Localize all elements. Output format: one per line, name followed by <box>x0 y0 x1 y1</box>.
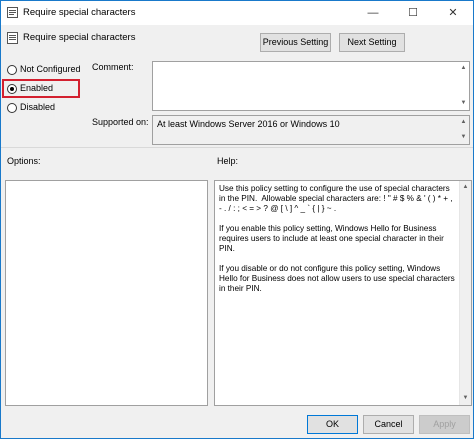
supported-value: At least Windows Server 2016 or Windows … <box>157 119 340 129</box>
help-scrollbar[interactable]: ▲ ▼ <box>459 181 471 405</box>
disabled-label[interactable]: Disabled <box>20 102 55 112</box>
policy-icon <box>7 7 18 18</box>
supported-label: Supported on: <box>92 117 149 127</box>
setting-title: Require special characters <box>23 32 136 43</box>
policy-dialog: Require special characters — ☐ ✕ Require… <box>0 0 474 439</box>
help-text: Use this policy setting to configure the… <box>219 184 455 293</box>
maximize-button[interactable]: ☐ <box>393 1 433 25</box>
enabled-radio[interactable] <box>7 84 17 94</box>
scroll-down-icon[interactable]: ▼ <box>458 132 469 143</box>
comment-field[interactable]: ▲ ▼ <box>152 61 470 111</box>
title-bar: Require special characters — ☐ ✕ <box>1 1 473 25</box>
scroll-up-icon[interactable]: ▲ <box>460 182 471 193</box>
previous-setting-button[interactable]: Previous Setting <box>260 33 331 52</box>
apply-button[interactable]: Apply <box>419 415 470 434</box>
next-setting-button[interactable]: Next Setting <box>339 33 405 52</box>
scroll-down-icon[interactable]: ▼ <box>458 98 469 109</box>
scroll-up-icon[interactable]: ▲ <box>458 63 469 74</box>
comment-label: Comment: <box>92 62 134 72</box>
divider <box>1 147 473 148</box>
ok-button[interactable]: OK <box>307 415 358 434</box>
scroll-down-icon[interactable]: ▼ <box>460 393 471 404</box>
not-configured-radio[interactable] <box>7 65 17 75</box>
supported-field: At least Windows Server 2016 or Windows … <box>152 115 470 145</box>
options-label: Options: <box>7 156 41 166</box>
close-icon: ✕ <box>448 7 458 19</box>
minimize-icon: — <box>367 7 379 19</box>
enabled-label[interactable]: Enabled <box>20 83 53 93</box>
scroll-up-icon[interactable]: ▲ <box>458 117 469 128</box>
help-pane: Use this policy setting to configure the… <box>214 180 472 406</box>
help-label: Help: <box>217 156 239 166</box>
cancel-button[interactable]: Cancel <box>363 415 414 434</box>
close-button[interactable]: ✕ <box>433 1 473 25</box>
maximize-icon: ☐ <box>408 7 418 19</box>
setting-icon <box>7 32 18 44</box>
not-configured-label[interactable]: Not Configured <box>20 64 81 74</box>
options-pane <box>5 180 208 406</box>
disabled-radio[interactable] <box>7 103 17 113</box>
minimize-button[interactable]: — <box>353 1 393 25</box>
window-title: Require special characters <box>23 7 136 18</box>
